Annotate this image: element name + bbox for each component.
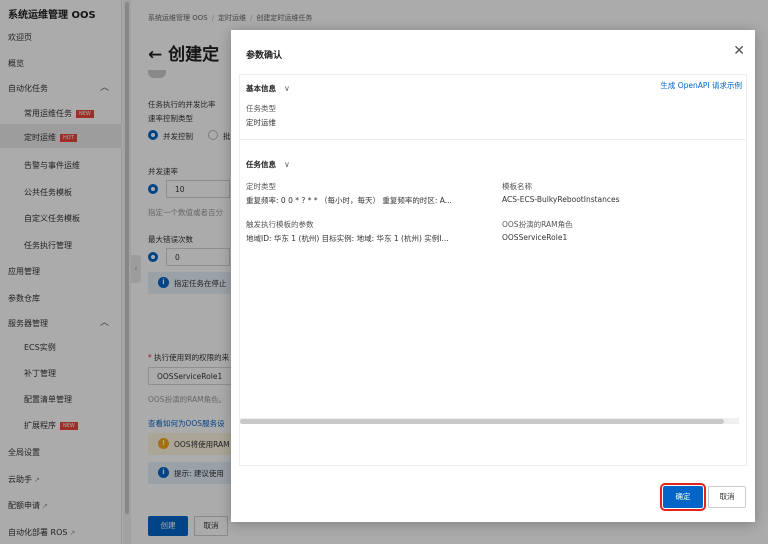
cancel-button[interactable]: 取消 [708,486,746,508]
ram-role-label: OOS扮演的RAM角色 [502,220,573,229]
chevron-down-icon[interactable]: ∨ [284,160,290,169]
schedule-type-value: 重复频率: 0 0 * ? * * （每小时，每天） 重复频率的时区: A... [246,196,452,205]
horizontal-scrollbar-thumb[interactable] [240,419,724,424]
task-info-section[interactable]: 任务信息 ∨ [246,159,290,170]
trigger-params-label: 触发执行模板的参数 [246,220,314,229]
trigger-params-value: 地域ID: 华东 1 (杭州) 目标实例: 地域: 华东 1 (杭州) 实例I.… [246,234,449,243]
section-divider [240,139,746,140]
task-type-value: 定时运维 [246,118,276,127]
param-confirm-dialog: 参数确认 ✕ 基本信息 ∨ 生成 OpenAPI 请求示例 任务类型 定时运维 任… [231,30,755,522]
template-name-value: ACS-ECS-BulkyRebootInstances [502,195,620,204]
confirm-button[interactable]: 确定 [660,483,706,511]
basic-info-section[interactable]: 基本信息 ∨ [246,83,290,94]
ram-role-value: OOSServiceRole1 [502,233,568,242]
task-type-label: 任务类型 [246,104,276,113]
openapi-example-link[interactable]: 生成 OpenAPI 请求示例 [660,80,742,91]
template-name-label: 模板名称 [502,182,532,191]
dialog-title: 参数确认 [246,51,283,61]
schedule-type-label: 定时类型 [246,182,276,191]
close-icon[interactable]: ✕ [733,44,745,58]
chevron-down-icon[interactable]: ∨ [284,84,290,93]
dialog-body: 基本信息 ∨ 生成 OpenAPI 请求示例 任务类型 定时运维 任务信息 ∨ 定时… [239,74,747,466]
